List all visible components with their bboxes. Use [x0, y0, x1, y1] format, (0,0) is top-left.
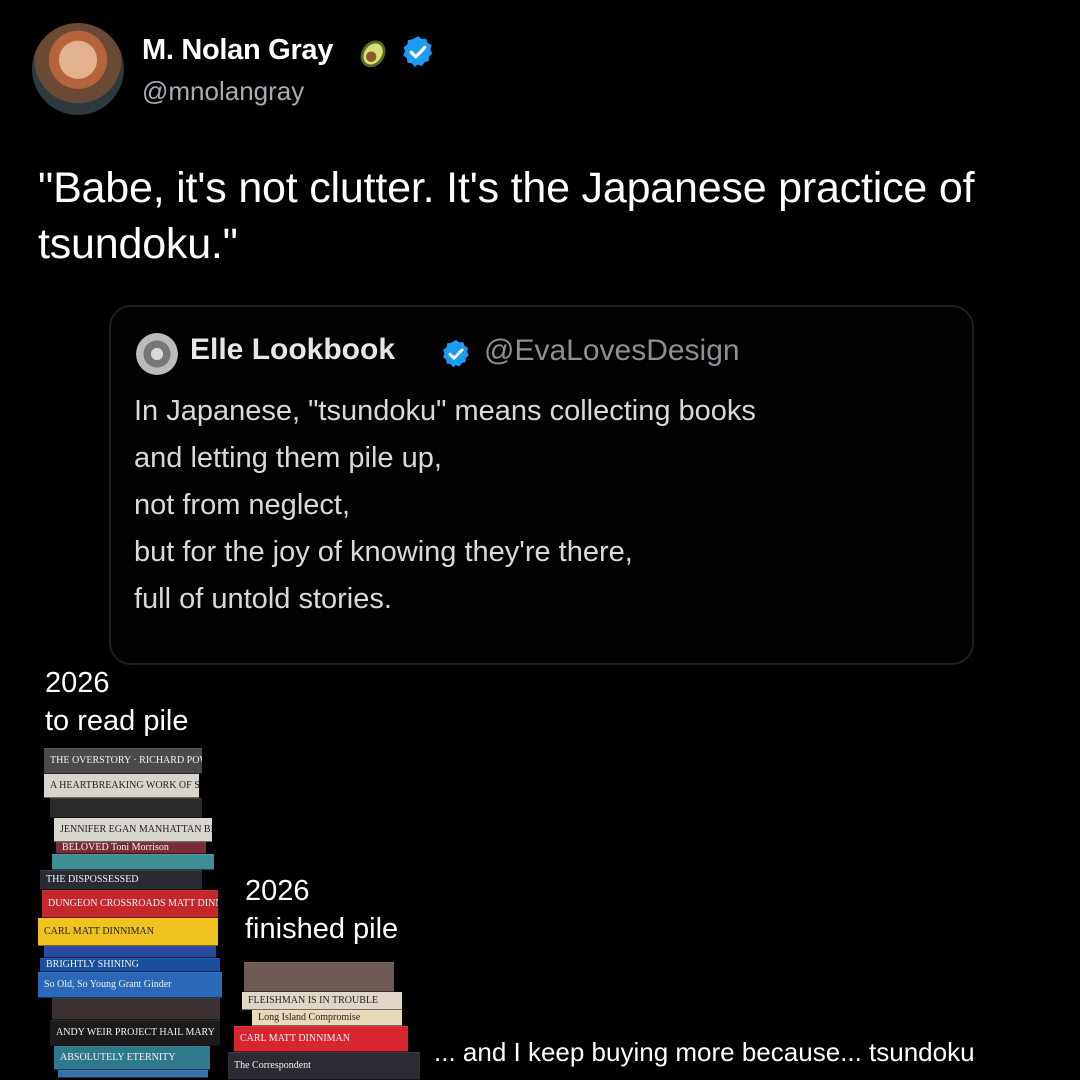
book-spine: THE DISPOSSESSED	[40, 870, 202, 890]
quoted-text-line: In Japanese, "tsundoku" means collecting…	[134, 395, 756, 427]
book-spine	[52, 998, 220, 1020]
author-avatar[interactable]	[32, 23, 124, 115]
finished-pile-label: 2026 finished pile	[245, 872, 398, 948]
quoted-text-line: full of untold stories.	[134, 583, 392, 615]
quoted-author-handle[interactable]: @EvaLovesDesign	[484, 334, 740, 368]
book-spine	[52, 854, 214, 870]
book-spine: CARL MATT DINNIMAN	[234, 1026, 408, 1052]
book-spine: ABSOLUTELY ETERNITY	[54, 1046, 210, 1070]
quoted-author-avatar[interactable]	[136, 333, 178, 375]
book-spine: CARL MATT DINNIMAN	[38, 918, 218, 946]
book-spine: DUNGEON CROSSROADS MATT DINNIMAN	[42, 890, 218, 918]
book-spine: Long Island Compromise	[252, 1010, 402, 1026]
finished-year: 2026	[245, 875, 310, 907]
book-spine: The Correspondent	[228, 1052, 420, 1080]
book-spine: JENNIFER EGAN MANHATTAN BEACH	[54, 818, 212, 842]
finished-caption: finished pile	[245, 913, 399, 945]
to-read-year: 2026	[45, 667, 110, 699]
book-spine: So Old, So Young Grant Ginder	[38, 972, 222, 998]
book-spine: ANDY WEIR PROJECT HAIL MARY	[50, 1020, 220, 1046]
quoted-tweet-text: In Japanese, "tsundoku" means collecting…	[134, 388, 954, 623]
book-spine: THE OVERSTORY · RICHARD POWERS	[44, 748, 202, 774]
book-spine	[244, 962, 394, 992]
to-read-pile-label: 2026 to read pile	[45, 664, 189, 740]
avocado-icon	[360, 40, 386, 68]
quoted-author-name[interactable]: Elle Lookbook	[190, 333, 395, 367]
tweet-text: "Babe, it's not clutter. It's the Japane…	[38, 164, 975, 268]
book-spine	[50, 798, 202, 818]
quoted-text-line: and letting them pile up,	[134, 442, 442, 474]
book-spine	[58, 1070, 208, 1078]
quoted-text-line: but for the joy of knowing they're there…	[134, 536, 633, 568]
book-spine: BRIGHTLY SHINING	[40, 958, 220, 972]
meme-caption: ... and I keep buying more because... ts…	[434, 1037, 975, 1067]
to-read-caption: to read pile	[45, 705, 189, 737]
quoted-verified-badge-icon	[442, 340, 469, 368]
author-name[interactable]: M. Nolan Gray	[142, 34, 333, 67]
quoted-text-line: not from neglect,	[134, 489, 350, 521]
book-spine: FLEISHMAN IS IN TROUBLE	[242, 992, 402, 1010]
book-spine	[44, 946, 216, 958]
verified-badge-icon	[403, 36, 433, 67]
book-spine: A HEARTBREAKING WORK OF STAGGERING GENIU…	[44, 774, 199, 798]
author-handle[interactable]: @mnolangray	[142, 76, 304, 107]
book-spine: BELOVED Toni Morrison	[56, 842, 206, 854]
